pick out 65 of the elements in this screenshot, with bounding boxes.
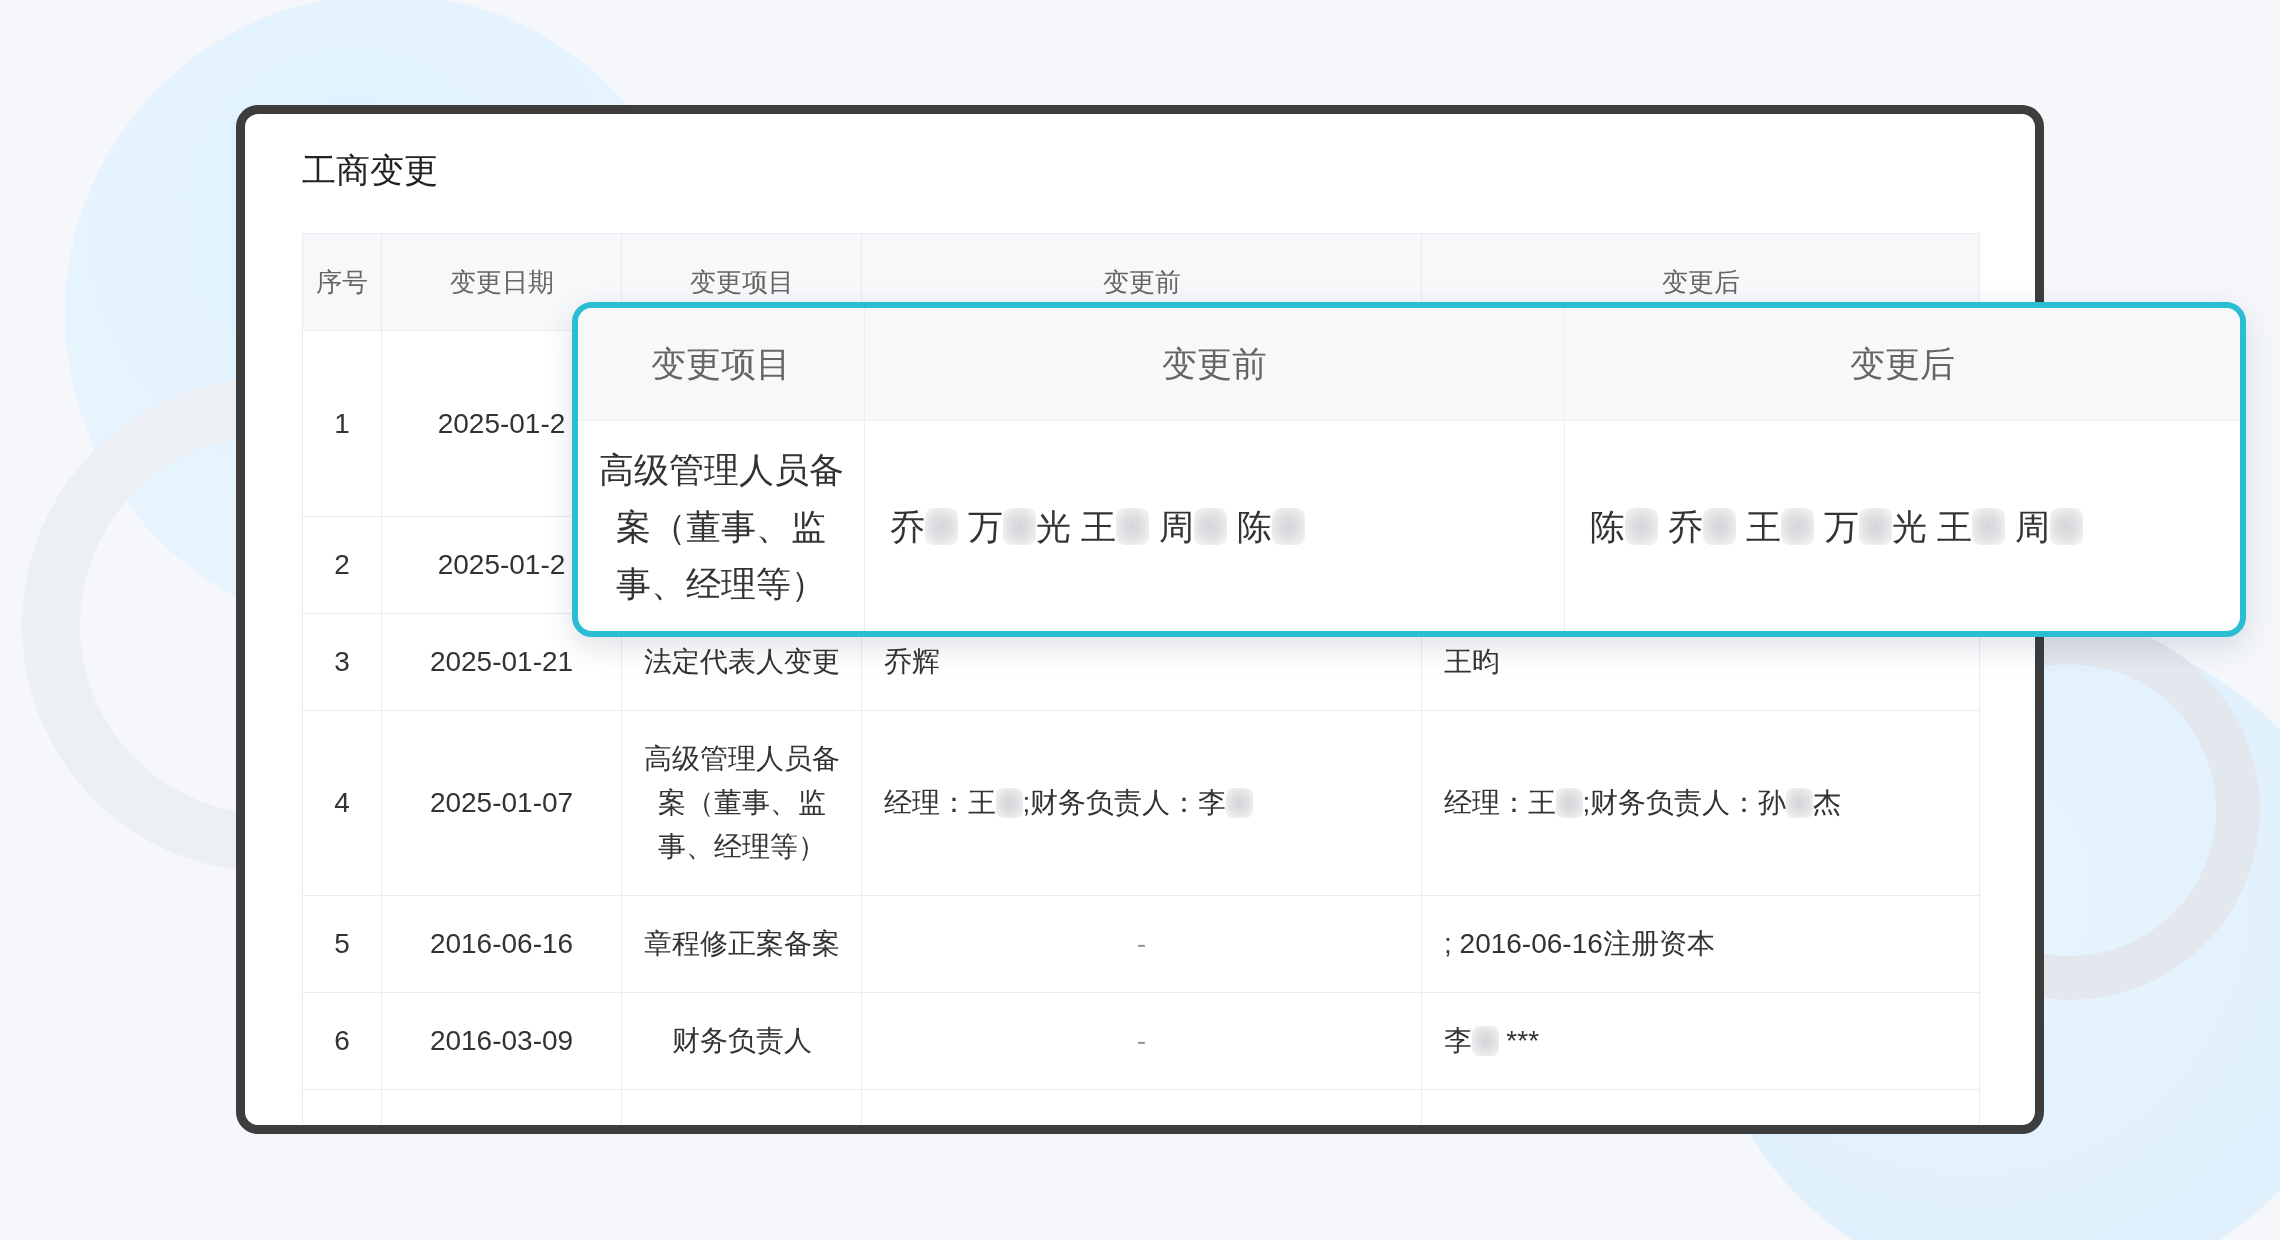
redaction-blur-icon	[1556, 788, 1583, 818]
cell-text: 经理：王	[1444, 786, 1556, 820]
redaction-blur-icon	[1971, 508, 2006, 545]
column-header: 变更日期	[449, 265, 554, 299]
cell-text: 4	[334, 786, 350, 820]
redaction-blur-icon	[996, 788, 1023, 818]
column-header: 变更前	[1162, 342, 1267, 385]
cell-text: 王昀	[1444, 645, 1500, 679]
redaction-blur-icon	[1472, 1026, 1499, 1056]
cell-text: 高级管理人员备案（董事、监事、经理等）	[597, 449, 845, 605]
cell-text: 光 王	[1036, 506, 1116, 548]
cell-text: 万	[1822, 506, 1859, 548]
column-header: 变更后	[1661, 265, 1740, 299]
cell-text: ; 2016-06-16注册资本	[1444, 927, 1715, 961]
redaction-blur-icon	[1786, 788, 1813, 818]
cell-text: 周	[1157, 506, 1194, 548]
cell-text: ;财务负责人：李	[1022, 786, 1227, 820]
cell-text: 王	[1744, 506, 1781, 548]
cell-text: 2	[334, 548, 350, 582]
cell-text: 2025-01-07	[429, 786, 574, 820]
cell-text: 乔辉	[884, 645, 940, 679]
cell-text: 李	[1444, 1024, 1472, 1058]
cell-text: 3	[334, 645, 350, 679]
cell-text: 陈	[1590, 506, 1625, 548]
cell-text: 1	[334, 406, 350, 441]
cell-text: 章程修正案备案	[643, 927, 840, 961]
section-title: 工商变更	[302, 150, 438, 190]
column-header: 变更前	[1102, 265, 1181, 299]
redaction-blur-icon	[1271, 508, 1306, 545]
cell-text: 法定代表人变更	[643, 645, 840, 679]
cell-text: ;财务负责人：孙	[1582, 786, 1787, 820]
cell-text: 2025-01-2	[437, 548, 566, 582]
redaction-blur-icon	[1625, 508, 1659, 545]
cell-text: 光 王	[1892, 506, 1972, 548]
cell-text: 财务负责人	[671, 1024, 812, 1058]
redaction-blur-icon	[925, 508, 959, 545]
redaction-blur-icon	[1226, 788, 1253, 818]
cell-text: 2016-06-16	[429, 927, 574, 961]
cell-text: 乔	[890, 506, 925, 548]
cell-text: ***	[1505, 1024, 1540, 1058]
cell-text: 乔	[1666, 506, 1703, 548]
cell-text: 高级管理人员备案（董事、监事、经理等）	[642, 742, 841, 864]
redaction-blur-icon	[1858, 508, 1893, 545]
empty-dash: -	[1136, 1024, 1147, 1058]
column-header: 变更后	[1850, 342, 1955, 385]
redaction-blur-icon	[2049, 508, 2084, 545]
redaction-blur-icon	[1003, 508, 1037, 545]
cell-text: 杰	[1812, 786, 1841, 820]
redaction-blur-icon	[1115, 508, 1150, 545]
cell-text: 2016-03-09	[429, 1024, 574, 1058]
redaction-blur-icon	[1193, 508, 1228, 545]
cell-text: 万	[966, 506, 1003, 548]
cell-text: 6	[334, 1024, 350, 1058]
cell-text: 周	[2013, 506, 2050, 548]
column-header: 变更项目	[651, 342, 791, 385]
cell-text: 2025-01-2	[437, 406, 566, 441]
column-header: 变更项目	[689, 265, 794, 299]
cell-text: 2025-01-21	[429, 645, 574, 679]
cell-text: 经理：王	[884, 786, 996, 820]
column-header: 序号	[316, 265, 368, 299]
redaction-blur-icon	[1780, 508, 1815, 545]
redaction-blur-icon	[1703, 508, 1737, 545]
empty-dash: -	[1136, 927, 1147, 961]
cell-text: 5	[334, 927, 350, 961]
cell-text: 陈	[1235, 506, 1272, 548]
